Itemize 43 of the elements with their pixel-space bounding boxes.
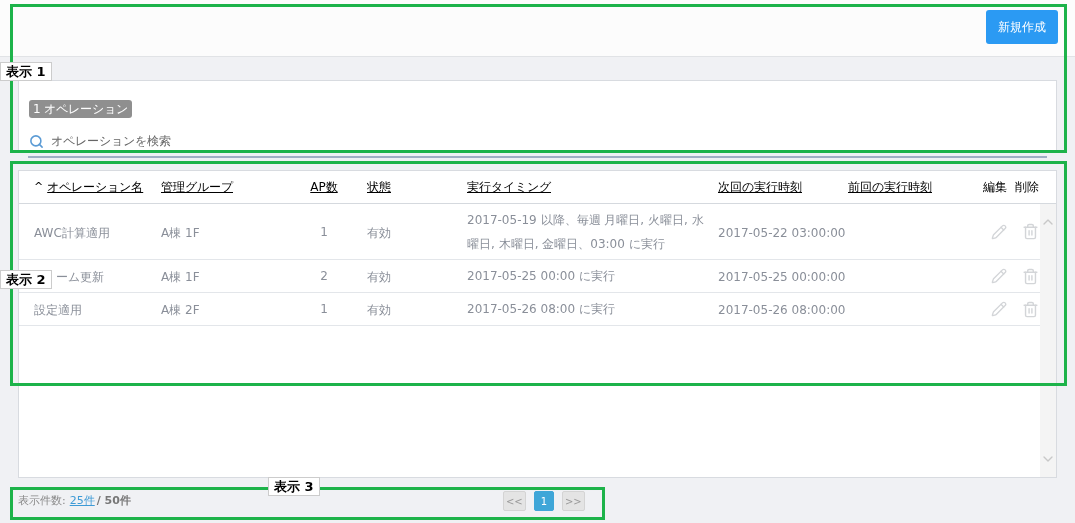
annotation-label: 表示 3 <box>268 477 320 496</box>
trash-icon[interactable] <box>1021 300 1039 318</box>
column-header[interactable]: オペレーション名 <box>47 178 144 196</box>
table-cell-text: 2017-05-26 08:00 に実行 <box>467 301 616 318</box>
pencil-icon[interactable] <box>991 268 1007 284</box>
search-icon <box>29 133 44 149</box>
pencil-icon[interactable] <box>991 301 1007 317</box>
table-cell: AWC計算適用 <box>34 225 110 240</box>
table-cell: 有効 <box>367 303 391 317</box>
column-header[interactable]: 実行タイミング <box>467 178 551 196</box>
table-cell-text: 2017-05-25 00:00 に実行 <box>467 268 616 285</box>
table-cell-text: 2 <box>320 268 328 285</box>
page-size-label: 表示件数: <box>18 492 66 509</box>
table-cell: A棟 1F <box>161 225 200 240</box>
annotation-label: 表示 2 <box>0 270 52 289</box>
annotation-label: 表示 1 <box>0 62 52 81</box>
table-cell: 2017-05-25 00:00:00 <box>718 270 846 284</box>
sort-indicator: ^ <box>34 178 44 195</box>
total-count: / 50件 <box>96 492 131 509</box>
search-field[interactable]: オペレーションを検索 <box>51 132 451 150</box>
table-cell-text: 1 <box>320 223 328 241</box>
column-header: 削除 <box>1015 179 1039 196</box>
table-cell: A棟 1F <box>161 270 200 284</box>
column-header[interactable]: 管理グループ <box>161 178 233 196</box>
column-header: 編集 <box>983 179 1007 196</box>
table-cell: 有効 <box>367 270 391 284</box>
pencil-icon[interactable] <box>991 223 1007 240</box>
column-header[interactable]: 前回の実行時刻 <box>848 178 932 196</box>
column-header[interactable]: AP数 <box>310 178 338 196</box>
table-cell: 有効 <box>367 225 391 240</box>
table-cell-text: 1 <box>320 301 328 318</box>
table-cell: ーム更新 <box>56 270 104 284</box>
table-cell: 設定適用 <box>34 303 82 317</box>
column-header[interactable]: 次回の実行時刻 <box>718 178 802 196</box>
table-cell: 2017-05-22 03:00:00 <box>718 225 846 240</box>
table-cell: A棟 2F <box>161 303 200 317</box>
table-cell: 2017-05-26 08:00:00 <box>718 303 846 317</box>
table-cell-text: 2017-05-19 以降、毎週 月曜日, 火曜日, 水曜日, 木曜日, 金曜日、03:00 に実行 <box>467 211 705 253</box>
trash-icon[interactable] <box>1021 267 1039 285</box>
operation-tag: 1 オペレーション <box>29 100 133 118</box>
scrollbar[interactable] <box>1040 204 1056 477</box>
column-header[interactable]: 状態 <box>367 178 391 196</box>
trash-icon[interactable] <box>1021 223 1039 240</box>
